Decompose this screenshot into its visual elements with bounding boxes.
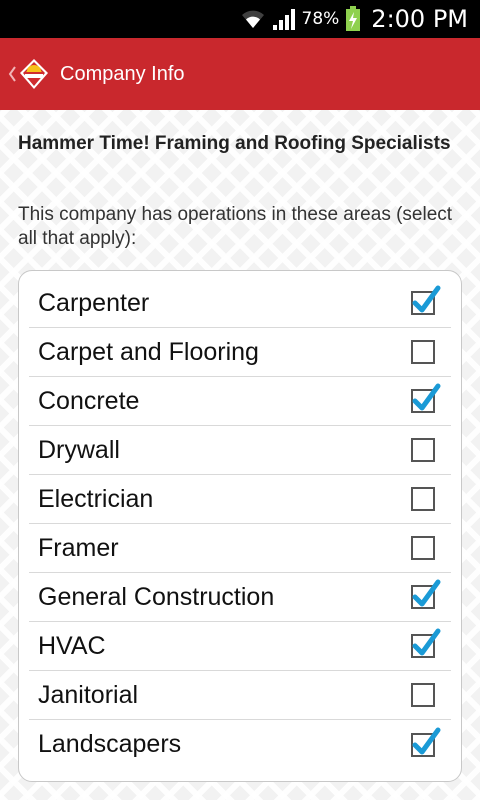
option-label: Drywall	[38, 435, 120, 464]
option-label: Landscapers	[38, 730, 182, 758]
option-row-drywall[interactable]: Drywall	[29, 426, 451, 475]
option-label: Janitorial	[38, 680, 139, 709]
option-label: HVAC	[38, 631, 106, 660]
battery-charging-icon	[345, 6, 361, 32]
status-bar: 78% 2:00 PM	[0, 0, 480, 38]
checkbox-checked[interactable]	[411, 285, 441, 315]
option-row-carpenter[interactable]: Carpenter	[29, 279, 451, 328]
battery-percent: 78%	[301, 9, 340, 29]
instructions-text: This company has operations in these are…	[18, 204, 453, 249]
screen-title: Company Info	[60, 62, 185, 85]
cell-signal-icon	[272, 7, 298, 31]
option-label: Framer	[38, 533, 119, 562]
option-row-landscapers[interactable]: Landscapers	[29, 720, 451, 769]
option-row-electrician[interactable]: Electrician	[29, 475, 451, 524]
checkbox-unchecked[interactable]	[411, 683, 435, 707]
checkmark-icon	[412, 383, 441, 411]
checkmark-icon	[412, 579, 441, 607]
operations-list: Carpenter Carpet and Flooring Concrete D…	[18, 270, 462, 782]
option-label: Carpenter	[38, 288, 150, 317]
back-chevron-icon[interactable]	[2, 38, 16, 110]
checkmark-icon	[412, 285, 441, 313]
option-row-janitorial[interactable]: Janitorial	[29, 671, 451, 720]
wifi-icon	[240, 8, 266, 30]
option-row-carpet-and-flooring[interactable]: Carpet and Flooring	[29, 328, 451, 377]
option-label: Concrete	[38, 386, 140, 415]
checkbox-checked[interactable]	[411, 383, 441, 413]
clock: 2:00 PM	[371, 5, 468, 33]
option-row-hvac[interactable]: HVAC	[29, 622, 451, 671]
checkbox-checked[interactable]	[411, 579, 441, 609]
option-row-general-construction[interactable]: General Construction	[29, 573, 451, 622]
checkbox-checked[interactable]	[411, 727, 441, 757]
checkmark-icon	[412, 628, 441, 656]
option-label: General Construction	[38, 582, 275, 611]
option-row-concrete[interactable]: Concrete	[29, 377, 451, 426]
option-label: Carpet and Flooring	[38, 337, 259, 366]
checkbox-checked[interactable]	[411, 628, 441, 658]
checkbox-unchecked[interactable]	[411, 340, 435, 364]
checkmark-icon	[412, 727, 441, 754]
option-row-framer[interactable]: Framer	[29, 524, 451, 573]
action-bar: Company Info	[0, 38, 480, 110]
checkbox-unchecked[interactable]	[411, 438, 435, 462]
app-logo-icon[interactable]	[18, 57, 50, 91]
checkbox-unchecked[interactable]	[411, 536, 435, 560]
checkbox-unchecked[interactable]	[411, 487, 435, 511]
company-name: Hammer Time! Framing and Roofing Special…	[18, 133, 451, 154]
option-label: Electrician	[38, 484, 154, 513]
